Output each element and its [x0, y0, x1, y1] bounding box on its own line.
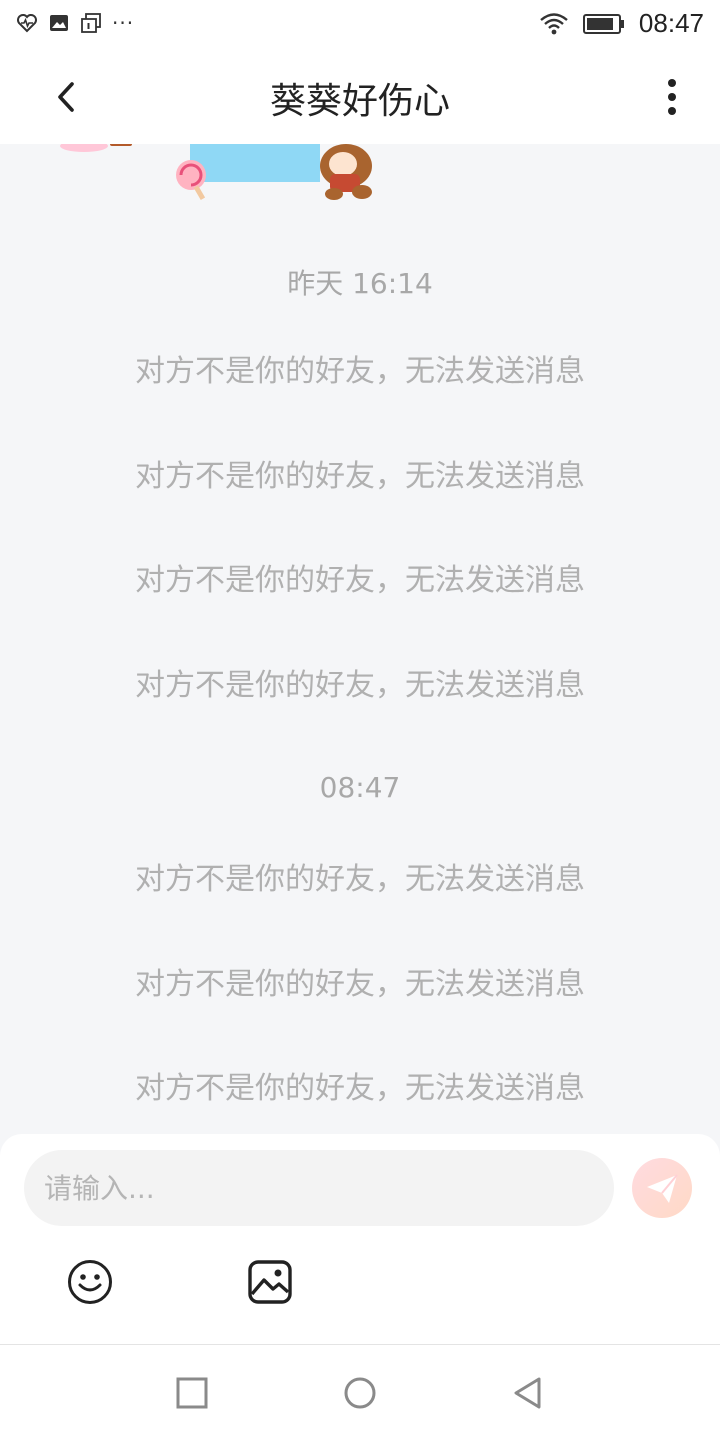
- vertical-more-icon[interactable]: [652, 74, 692, 120]
- more-dots-icon: ···: [112, 11, 135, 35]
- back-icon[interactable]: [510, 1375, 546, 1411]
- system-message: 对方不是你的好友，无法发送消息: [135, 459, 585, 494]
- status-time: 08:47: [638, 8, 704, 38]
- image-icon: [50, 15, 68, 31]
- battery-icon: [582, 13, 624, 34]
- status-bar: ··· 08:47: [0, 0, 720, 50]
- heart-monitor-icon: [17, 14, 37, 33]
- system-message: 对方不是你的好友，无法发送消息: [135, 563, 585, 598]
- system-message: 对方不是你的好友，无法发送消息: [135, 967, 585, 1002]
- time-label: 昨天 16:14: [287, 267, 433, 300]
- system-message: 对方不是你的好友，无法发送消息: [135, 862, 585, 897]
- wifi-icon: [540, 12, 568, 34]
- chat-screen: ··· 08:47 葵葵好伤心 昨天 16:14 对方不是你的好友，无法发送消息…: [0, 0, 720, 1440]
- chat-message-list[interactable]: 昨天 16:14 对方不是你的好友，无法发送消息 对方不是你的好友，无法发送消息…: [0, 144, 720, 1136]
- message-input[interactable]: [24, 1150, 614, 1226]
- title-bar: 葵葵好伤心: [0, 50, 720, 144]
- paper-plane-icon: [647, 1174, 678, 1203]
- time-label: 08:47: [319, 771, 401, 804]
- status-left-icons: ···: [16, 12, 134, 34]
- page-title: 葵葵好伤心: [269, 81, 450, 122]
- send-button[interactable]: [632, 1158, 692, 1218]
- status-right-icons: 08:47: [539, 8, 704, 39]
- sticker-image[interactable]: [0, 144, 720, 214]
- composer-panel: [0, 1134, 720, 1344]
- home-icon[interactable]: [342, 1375, 378, 1411]
- system-message: 对方不是你的好友，无法发送消息: [135, 354, 585, 389]
- system-nav-bar: [0, 1344, 720, 1440]
- system-message: 对方不是你的好友，无法发送消息: [135, 668, 585, 703]
- window-icon: [81, 13, 101, 33]
- system-message: 对方不是你的好友，无法发送消息: [135, 1071, 585, 1106]
- smiley-icon[interactable]: [66, 1258, 114, 1306]
- recent-apps-icon[interactable]: [174, 1375, 210, 1411]
- image-icon[interactable]: [246, 1258, 294, 1306]
